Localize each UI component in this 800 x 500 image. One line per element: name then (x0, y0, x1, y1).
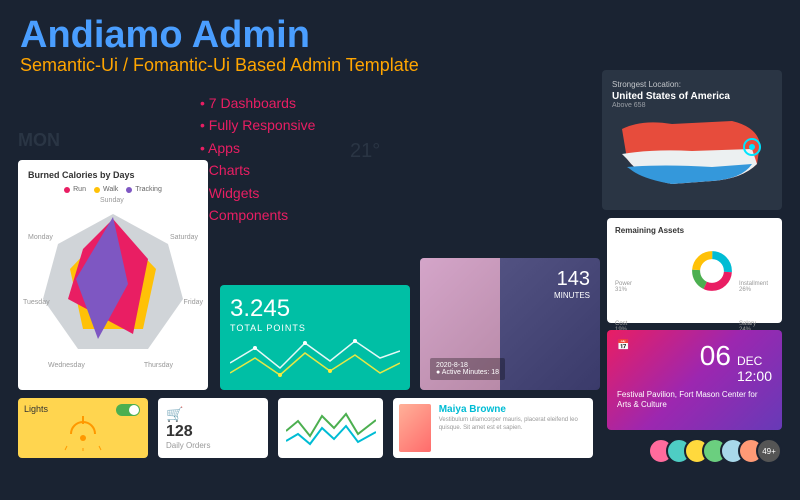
profile-name: Maiya Browne (439, 404, 587, 415)
legend-dot-tracking (126, 187, 132, 193)
points-chart (230, 333, 400, 388)
event-time: 12:00 (737, 368, 772, 384)
avatar-more[interactable]: 49+ (756, 438, 782, 464)
location-header: Strongest Location: (612, 80, 772, 89)
profile-card[interactable]: Maiya Browne Vestibulum ullamcorper maur… (393, 398, 593, 458)
points-label: TOTAL POINTS (230, 323, 400, 333)
lamp-icon (63, 416, 103, 451)
calendar-icon: 📅 (617, 340, 629, 351)
minutes-card[interactable]: 143 MINUTES 2020-8-18 ● Active Minutes: … (420, 258, 600, 390)
legend-dot-walk (94, 187, 100, 193)
location-sub: Above 658 (612, 102, 772, 109)
avatar-group[interactable]: 49+ (648, 438, 782, 464)
lights-toggle[interactable] (116, 404, 140, 416)
lights-card[interactable]: Lights (18, 398, 148, 458)
bg-day-label: MON (18, 130, 60, 151)
event-venue: Festival Pavilion, Fort Mason Center for… (617, 390, 772, 411)
assets-donut-chart (691, 241, 733, 301)
calories-legend: Run Walk Tracking (28, 186, 198, 193)
location-name: United States of America (612, 91, 772, 102)
legend-dot-run (64, 187, 70, 193)
calories-title: Burned Calories by Days (28, 170, 198, 180)
orders-value: 128 (166, 423, 260, 441)
sparkline-card[interactable] (278, 398, 383, 458)
event-card[interactable]: 📅 06 DEC 12:00 Festival Pavilion, Fort M… (607, 330, 782, 430)
event-month: DEC (737, 354, 772, 368)
points-value: 3.245 (230, 295, 400, 323)
assets-title: Remaining Assets (615, 226, 774, 235)
profile-avatar (399, 404, 431, 452)
profile-bio: Vestibulum ullamcorper mauris, placerat … (439, 417, 587, 433)
points-card[interactable]: 3.245 TOTAL POINTS (220, 285, 410, 390)
usa-map-icon (612, 109, 772, 199)
event-day: 06 (700, 340, 731, 372)
cart-icon: 🛒 (166, 406, 260, 423)
orders-label: Daily Orders (166, 441, 260, 450)
assets-card[interactable]: Remaining Assets Power31% Cost19% Instal… (607, 218, 782, 323)
calories-card[interactable]: Burned Calories by Days Run Walk Trackin… (18, 160, 208, 390)
sparkline-chart (286, 406, 376, 450)
minutes-stats: 2020-8-18 ● Active Minutes: 18 (430, 358, 505, 380)
radar-chart: Sunday Saturday Friday Thursday Wednesda… (28, 199, 198, 369)
hero-title: Andiamo Admin (20, 14, 780, 57)
orders-card[interactable]: 🛒 128 Daily Orders (158, 398, 268, 458)
location-card[interactable]: Strongest Location: United States of Ame… (602, 70, 782, 210)
bg-temp-label: 21° (350, 140, 380, 163)
